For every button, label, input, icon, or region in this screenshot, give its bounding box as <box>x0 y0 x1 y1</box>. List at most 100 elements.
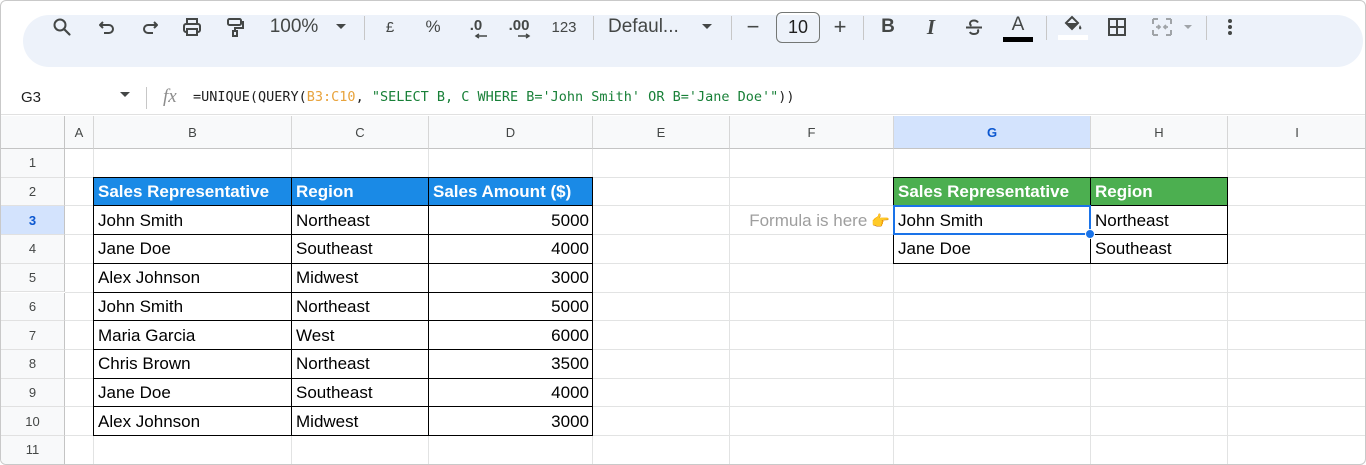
source-cell[interactable]: Alex Johnson <box>94 407 292 436</box>
paint-format-icon[interactable] <box>222 1 248 53</box>
formula-input[interactable]: =UNIQUE(QUERY(B3:C10, "SELECT B, C WHERE… <box>193 89 795 105</box>
source-cell[interactable]: John Smith <box>94 293 292 322</box>
result-cell[interactable]: Northeast <box>1091 206 1228 235</box>
row-header-9[interactable]: 9 <box>1 378 65 408</box>
result-cell-text: Northeast <box>1095 210 1169 230</box>
source-cell[interactable]: 4000 <box>429 379 593 408</box>
borders-button[interactable] <box>1104 1 1130 53</box>
source-cell[interactable]: 3500 <box>429 350 593 379</box>
result-header-cell[interactable]: Sales Representative <box>894 177 1091 207</box>
result-cell[interactable]: John Smith <box>894 206 1091 235</box>
minus-icon: − <box>746 14 760 39</box>
source-cell[interactable]: John Smith <box>94 206 292 235</box>
formula-comma: , <box>355 89 372 105</box>
source-cell[interactable]: Jane Doe <box>94 379 292 408</box>
redo-icon[interactable] <box>137 1 163 53</box>
row-header-5[interactable]: 5 <box>1 263 65 293</box>
formula-query-string: "SELECT B, C WHERE B='John Smith' OR B='… <box>371 89 779 105</box>
source-cell[interactable]: 4000 <box>429 235 593 264</box>
source-cell[interactable]: Northeast <box>292 350 429 379</box>
source-cell[interactable]: Southeast <box>292 379 429 408</box>
name-box[interactable]: G3 <box>21 89 41 106</box>
zoom-dropdown-icon[interactable] <box>331 1 351 53</box>
row-header-4[interactable]: 4 <box>1 235 65 264</box>
column-header-f[interactable]: F <box>730 116 894 149</box>
row-header-10[interactable]: 10 <box>1 407 65 436</box>
result-header-cell-text: Region <box>1095 182 1153 202</box>
source-cell-text: Southeast <box>296 382 373 402</box>
search-icon[interactable] <box>49 1 75 53</box>
source-cell[interactable]: Chris Brown <box>94 350 292 379</box>
source-header-cell[interactable]: Region <box>292 177 429 207</box>
source-cell[interactable]: West <box>292 321 429 350</box>
merge-cells-button[interactable] <box>1147 1 1177 53</box>
source-cell[interactable]: Midwest <box>292 407 429 436</box>
font-size-input[interactable]: 10 <box>776 12 820 43</box>
result-cell-text: Southeast <box>1095 239 1172 259</box>
column-header-b[interactable]: B <box>94 116 292 149</box>
source-cell[interactable]: Northeast <box>292 293 429 322</box>
source-cell[interactable]: 3000 <box>429 264 593 293</box>
result-cell[interactable]: Southeast <box>1091 235 1228 264</box>
source-table-border <box>291 176 292 436</box>
text-color-button[interactable]: A <box>1002 1 1034 53</box>
source-cell[interactable]: 3000 <box>429 407 593 436</box>
formula-note: Formula is here 👉 <box>730 206 894 235</box>
font-dropdown-icon[interactable] <box>697 1 717 53</box>
fill-color-swatch <box>1058 34 1088 40</box>
print-icon[interactable] <box>179 1 205 53</box>
zoom-select[interactable]: 100% <box>264 1 324 53</box>
source-cell[interactable]: Jane Doe <box>94 235 292 264</box>
decrease-font-size-button[interactable]: − <box>742 1 764 53</box>
source-cell[interactable]: Southeast <box>292 235 429 264</box>
row-header-2[interactable]: 2 <box>1 177 65 207</box>
percent-button[interactable]: % <box>421 1 445 53</box>
source-cell[interactable]: Maria Garcia <box>94 321 292 350</box>
number-format-button[interactable]: 123 <box>548 1 580 53</box>
increase-decimal-button[interactable]: .00 <box>504 1 534 53</box>
source-table-border <box>93 176 593 178</box>
source-header-cell[interactable]: Sales Representative <box>94 177 292 207</box>
row-header-8[interactable]: 8 <box>1 349 65 379</box>
column-header-g[interactable]: G <box>894 116 1091 149</box>
merge-dropdown-icon[interactable] <box>1181 1 1195 53</box>
result-header-cell[interactable]: Region <box>1091 177 1228 207</box>
column-header-c[interactable]: C <box>292 116 429 149</box>
column-header-h[interactable]: H <box>1091 116 1228 149</box>
currency-button[interactable]: £ <box>379 1 401 53</box>
decrease-decimal-button[interactable]: .0 <box>462 1 490 53</box>
name-box-dropdown-icon[interactable] <box>119 91 131 99</box>
undo-icon[interactable] <box>94 1 120 53</box>
source-cell[interactable]: Northeast <box>292 206 429 235</box>
result-cell[interactable]: Jane Doe <box>894 235 1091 264</box>
column-header-e[interactable]: E <box>593 116 730 149</box>
row-header-7[interactable]: 7 <box>1 321 65 350</box>
column-header-d[interactable]: D <box>429 116 593 149</box>
source-cell[interactable]: Alex Johnson <box>94 264 292 293</box>
column-header-i[interactable]: I <box>1228 116 1365 149</box>
source-cell[interactable]: 5000 <box>429 206 593 235</box>
row-header-11[interactable]: 11 <box>1 436 65 464</box>
result-table-border <box>1227 176 1228 264</box>
increase-font-size-button[interactable]: + <box>829 1 851 53</box>
font-family-select[interactable]: Defaul... <box>608 1 688 53</box>
strikethrough-button[interactable] <box>961 1 987 53</box>
source-cell[interactable]: 6000 <box>429 321 593 350</box>
row-header-6[interactable]: 6 <box>1 292 65 322</box>
select-all-corner[interactable] <box>1 116 65 149</box>
source-cell[interactable]: 5000 <box>429 293 593 322</box>
fill-color-button[interactable] <box>1058 1 1088 53</box>
row-header-1[interactable]: 1 <box>1 149 65 178</box>
source-cell-text: 5000 <box>551 210 589 230</box>
formula-suffix: )) <box>778 89 795 105</box>
bold-button[interactable]: B <box>876 1 900 53</box>
more-options-icon[interactable] <box>1220 1 1240 53</box>
source-cell-text: Jane Doe <box>98 382 171 402</box>
source-cell[interactable]: Midwest <box>292 264 429 293</box>
column-header-a[interactable]: A <box>65 116 94 149</box>
italic-button[interactable]: I <box>919 1 943 53</box>
source-cell-text: Maria Garcia <box>98 325 196 345</box>
row-header-3[interactable]: 3 <box>1 206 65 236</box>
source-header-cell[interactable]: Sales Amount ($) <box>429 177 593 207</box>
sheet-grid[interactable]: A B C D E F G H I 1 2 3 4 5 6 7 8 9 10 11 Sales Representati… <box>1 116 1365 464</box>
